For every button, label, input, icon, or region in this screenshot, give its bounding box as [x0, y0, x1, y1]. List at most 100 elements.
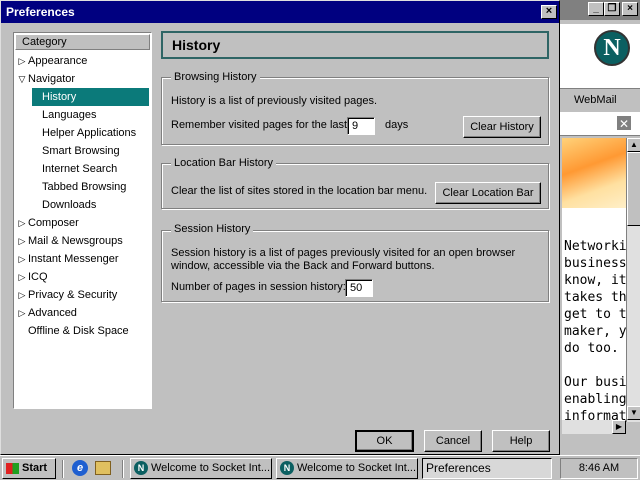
clear-history-button[interactable]: Clear History [463, 116, 541, 138]
page-text-line: Networkin [564, 239, 626, 254]
category-item-icq[interactable]: ▷ ICQ [16, 268, 149, 286]
collapsed-arrow-icon[interactable]: ▷ [16, 286, 28, 304]
personal-toolbar: WebMail [558, 88, 640, 110]
category-label: ICQ [28, 271, 48, 283]
category-item-composer[interactable]: ▷ Composer [16, 214, 149, 232]
page-text-line [564, 357, 626, 374]
cancel-button[interactable]: Cancel [424, 430, 482, 452]
category-label: Instant Messenger [28, 253, 119, 265]
sidebar-tab-row: ✕ [558, 112, 640, 136]
taskbar-item-label: Welcome to Socket Int... [151, 462, 271, 474]
minimize-button[interactable]: _ [588, 2, 604, 16]
remember-pages-label: Remember visited pages for the last [171, 119, 348, 131]
category-label: Tabbed Browsing [42, 181, 127, 193]
page-text-line: business. [564, 256, 626, 271]
category-label: Languages [42, 109, 97, 121]
background-browser-window: _ ❐ × N WebMail ✕ Networkin business. know… [558, 0, 640, 455]
category-label: Composer [28, 217, 79, 229]
browsing-history-group-title: Browsing History [171, 71, 260, 83]
category-label: Privacy & Security [28, 289, 118, 301]
browser-throbber-area: N [558, 24, 640, 88]
category-label: Helper Applications [42, 127, 137, 139]
category-label: Downloads [42, 199, 97, 211]
category-item-advanced[interactable]: ▷ Advanced [16, 304, 149, 322]
dialog-titlebar[interactable]: Preferences × [1, 1, 559, 23]
expanded-arrow-icon[interactable]: ▽ [16, 70, 28, 88]
close-tab-icon[interactable]: ✕ [616, 115, 632, 131]
history-days-input[interactable]: 9 [347, 117, 375, 135]
category-item-languages[interactable]: Languages [32, 106, 149, 124]
taskbar-item-browser-1[interactable]: N Welcome to Socket Int... [130, 458, 272, 479]
scroll-down-icon[interactable]: ▼ [627, 406, 640, 420]
category-item-appearance[interactable]: ▷ Appearance [16, 52, 149, 70]
taskbar-divider [122, 460, 124, 478]
ok-button[interactable]: OK [355, 430, 414, 452]
session-pages-input[interactable]: 50 [345, 279, 373, 297]
category-item-privacy-security[interactable]: ▷ Privacy & Security [16, 286, 149, 304]
clock[interactable]: 8:46 AM [579, 462, 619, 474]
category-item-history[interactable]: History [32, 88, 149, 106]
category-item-smart-browsing[interactable]: Smart Browsing [32, 142, 149, 160]
collapsed-arrow-icon[interactable]: ▷ [16, 52, 28, 70]
taskbar: Start e N Welcome to Socket Int... N Welco… [0, 455, 640, 480]
category-item-internet-search[interactable]: Internet Search [32, 160, 149, 178]
netscape-icon: N [134, 461, 148, 476]
taskbar-item-label: Preferences [426, 461, 491, 475]
category-label: Appearance [28, 55, 88, 67]
session-pages-label: Number of pages in session history: [171, 281, 346, 293]
session-history-description-line2: window, accessible via the Back and Forw… [171, 260, 435, 272]
page-text-line: get to th [564, 307, 626, 322]
category-label: Navigator [28, 73, 76, 85]
system-tray: 8:46 AM [560, 458, 638, 479]
start-button[interactable]: Start [2, 458, 56, 479]
collapsed-arrow-icon[interactable]: ▷ [16, 250, 28, 268]
taskbar-item-preferences[interactable]: Preferences [422, 458, 552, 479]
page-text: Networkin business. know, it's takes the get… [564, 238, 626, 425]
collapsed-arrow-icon[interactable]: ▷ [16, 214, 28, 232]
horizontal-scrollbar[interactable]: ▶ [562, 420, 626, 434]
category-item-tabbed-browsing[interactable]: Tabbed Browsing [32, 178, 149, 196]
browser-close-button[interactable]: × [622, 2, 638, 16]
taskbar-item-browser-2[interactable]: N Welcome to Socket Int... [276, 458, 418, 479]
page-text-line: Our busin [564, 375, 626, 390]
page-text-line: maker, yo [564, 324, 626, 339]
taskbar-divider [62, 460, 64, 478]
category-header: Category [15, 34, 150, 50]
collapsed-arrow-icon[interactable]: ▷ [16, 232, 28, 250]
category-label: Internet Search [42, 163, 118, 175]
netscape-logo-icon[interactable]: N [594, 30, 630, 66]
clear-location-bar-button[interactable]: Clear Location Bar [435, 182, 541, 204]
taskbar-item-label: Welcome to Socket Int... [297, 462, 417, 474]
category-tree[interactable]: Category ▷ Appearance ▽ Navigator History Lan… [13, 32, 152, 409]
dialog-close-button[interactable]: × [541, 5, 557, 19]
page-text-line: enabling [564, 392, 626, 407]
browser-titlebar: _ ❐ × [558, 0, 640, 20]
windows-logo-icon [6, 462, 19, 474]
collapsed-arrow-icon[interactable]: ▷ [16, 268, 28, 286]
restore-button[interactable]: ❐ [604, 2, 620, 16]
category-label: Advanced [28, 307, 77, 319]
scroll-right-icon[interactable]: ▶ [612, 420, 626, 434]
page-text-line: takes the [564, 290, 626, 305]
category-item-helper-applications[interactable]: Helper Applications [32, 124, 149, 142]
category-item-instant-messenger[interactable]: ▷ Instant Messenger [16, 250, 149, 268]
internet-explorer-icon[interactable]: e [72, 460, 88, 476]
category-label: Mail & Newsgroups [28, 235, 123, 247]
category-item-mail-newsgroups[interactable]: ▷ Mail & Newsgroups [16, 232, 149, 250]
scroll-up-icon[interactable]: ▲ [627, 138, 640, 152]
dialog-title: Preferences [6, 5, 75, 19]
vertical-scrollbar[interactable]: ▲ ▼ [626, 138, 640, 422]
session-history-group-title: Session History [171, 223, 254, 235]
category-item-offline-disk-space[interactable]: Offline & Disk Space [16, 322, 149, 340]
browsing-history-description: History is a list of previously visited … [171, 95, 378, 107]
start-label: Start [22, 462, 48, 474]
help-button[interactable]: Help [492, 430, 550, 452]
category-item-navigator[interactable]: ▽ Navigator [16, 70, 149, 88]
page-text-line: do too. [564, 341, 619, 356]
scroll-thumb[interactable] [627, 152, 640, 226]
desktop-icon[interactable] [95, 461, 111, 475]
panel-title: History [161, 31, 549, 59]
collapsed-arrow-icon[interactable]: ▷ [16, 304, 28, 322]
category-item-downloads[interactable]: Downloads [32, 196, 149, 214]
webmail-link[interactable]: WebMail [574, 89, 617, 111]
